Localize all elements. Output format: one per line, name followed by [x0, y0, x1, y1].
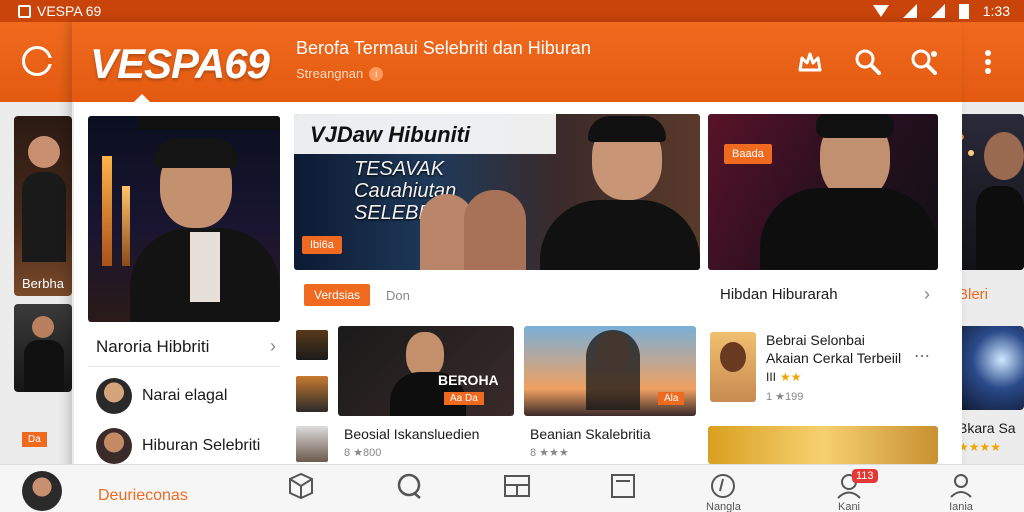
divider	[88, 366, 280, 367]
avatar	[96, 428, 132, 464]
right-banner[interactable]: Baada	[708, 114, 938, 270]
bottom-nav: Deurieconas Nangla Kani 113 Iania	[0, 464, 1024, 512]
chevron-right-icon[interactable]: ›	[924, 284, 930, 305]
featured-title-row[interactable]: Naroria Hibbriti ›	[96, 336, 276, 357]
avatar	[96, 378, 132, 414]
status-time: 1:33	[982, 3, 1010, 19]
chevron-right-icon[interactable]: ›	[270, 336, 276, 357]
featured-card[interactable]	[88, 116, 280, 322]
edge-card-label: Berbha	[22, 276, 64, 291]
nav-item-label: Iania	[949, 501, 973, 512]
status-bar: VESPA 69 1:33	[0, 0, 1024, 22]
more-horiz-icon[interactable]: ⋯	[914, 346, 930, 366]
cube-icon	[289, 472, 313, 500]
notification-badge: 113	[852, 469, 878, 483]
nav-item-label: Nangla	[706, 501, 741, 512]
section-tag-muted[interactable]: Don	[386, 288, 410, 303]
nav-item-cube[interactable]	[286, 471, 316, 501]
nav-item-label: Kani	[837, 501, 861, 512]
grid-card-tag: Ala	[658, 392, 685, 405]
status-app-name: VESPA 69	[37, 3, 102, 19]
wifi-icon	[872, 5, 889, 17]
app-bar: VESPA69 Berofa Termaui Selebriti dan Hib…	[0, 22, 1024, 102]
nav-item-chat[interactable]	[394, 471, 424, 501]
crown-icon[interactable]	[794, 46, 826, 78]
refresh-icon[interactable]	[22, 46, 53, 76]
list-item-label: Hiburan Selebriti	[142, 437, 261, 454]
search-user-icon[interactable]	[908, 46, 940, 78]
banner-tag: Ibi6a	[302, 236, 342, 254]
grid-card-meta: 8 ★800	[344, 447, 382, 459]
section-tabs: Verdsias Don	[304, 284, 410, 306]
nav-item-profile-alerts[interactable]: Kani 113	[834, 469, 878, 512]
thumbnail[interactable]	[296, 330, 328, 360]
account-icon	[950, 474, 972, 498]
grid-card-overlay: BEROHA	[438, 372, 499, 388]
nav-item-compass[interactable]: Nangla	[706, 471, 741, 512]
rating-stars: ★★	[780, 370, 802, 384]
more-options-icon[interactable]	[972, 46, 1004, 78]
page-title: Berofa Termaui Selebriti dan Hiburan	[296, 38, 591, 58]
edge-card-left-bottom[interactable]	[14, 304, 72, 392]
grid-card-meta: 8 ★★★	[530, 447, 569, 459]
info-icon[interactable]: i	[369, 66, 384, 81]
subtitle-text: Streangnan	[296, 66, 364, 81]
section-tag[interactable]: Verdsias	[304, 284, 371, 306]
nav-current-label[interactable]: Deurieconas	[98, 487, 188, 505]
nav-item-document[interactable]	[608, 471, 638, 501]
banner-title: VJDaw Hibuniti	[310, 122, 471, 147]
right-section-title: Hibdan Hiburarah	[720, 286, 838, 303]
right-list-subtitle: Akaian Cerkal Terbeiil	[766, 350, 902, 366]
edge-right-bottom-label: Bkara Sa	[958, 420, 1016, 436]
compass-icon	[711, 474, 736, 498]
signal2-icon	[930, 4, 945, 18]
document-icon	[611, 474, 635, 498]
right-list-meta: 1 ★199	[766, 391, 804, 403]
edge-right-stars: ★★★★	[958, 440, 1002, 454]
app-logo[interactable]: VESPA69	[90, 40, 270, 88]
list-item-label: Narai elagal	[142, 387, 228, 404]
nav-item-grid[interactable]	[502, 471, 532, 501]
nav-item-account[interactable]: Iania	[946, 471, 976, 512]
thumbnail[interactable]	[296, 376, 328, 412]
grid-card-title: Beosial Iskansluedien	[344, 426, 480, 442]
grid-card-title: Beanian Skalebritia	[530, 426, 651, 442]
chat-icon	[397, 473, 421, 499]
right-list-thumbnail[interactable]	[710, 332, 756, 402]
battery-icon	[958, 3, 969, 19]
profile-avatar[interactable]	[22, 471, 62, 511]
list-item[interactable]: Hiburan Selebriti	[96, 428, 260, 464]
featured-title: Naroria Hibbriti	[96, 336, 210, 356]
right-bottom-card[interactable]	[708, 426, 938, 464]
grid-icon	[504, 475, 530, 497]
grid-card[interactable]: BEROHA Aa Da	[338, 326, 514, 416]
rating-prefix: III	[766, 370, 777, 384]
right-list-rating: III ★★	[766, 370, 802, 384]
page-subtitle: Streangnan i	[296, 66, 384, 81]
list-item[interactable]: Narai elagal	[96, 378, 227, 414]
grid-card[interactable]: Ala	[524, 326, 696, 416]
right-list-title: Bebrai Selonbai	[766, 332, 865, 348]
edge-small-tag: Da	[22, 432, 47, 447]
edge-right-label: Bleri	[958, 286, 989, 303]
edge-card-left-top[interactable]: Berbha	[14, 116, 72, 296]
thumbnail[interactable]	[296, 426, 328, 462]
main-banner[interactable]: VJDaw Hibuniti TESAVAK Cauahiutan SELEBR…	[294, 114, 700, 270]
right-section-header[interactable]: Hibdan Hiburarah ›	[720, 284, 930, 305]
app-logo-icon	[18, 4, 31, 18]
search-icon[interactable]	[852, 46, 884, 78]
right-banner-tag: Baada	[724, 144, 772, 164]
grid-card-tag: Aa Da	[444, 392, 484, 405]
signal-icon	[902, 4, 917, 18]
